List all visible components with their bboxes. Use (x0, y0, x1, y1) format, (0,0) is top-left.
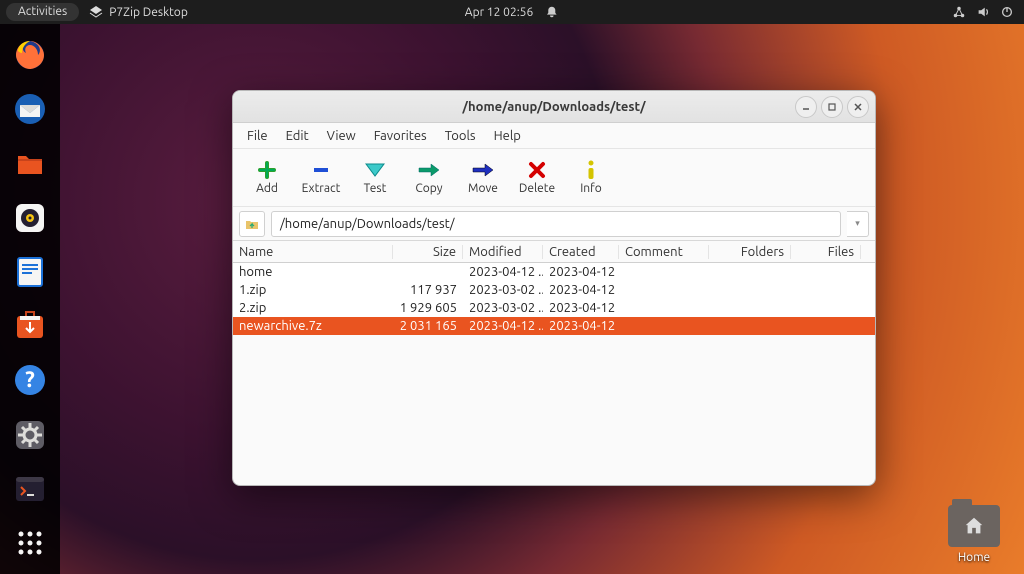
col-name[interactable]: Name (233, 245, 393, 259)
minus-icon (311, 164, 331, 176)
path-input[interactable]: /home/anup/Downloads/test/ (271, 211, 841, 237)
maximize-button[interactable] (821, 96, 843, 118)
menu-edit[interactable]: Edit (278, 126, 317, 146)
dock-software[interactable] (8, 305, 52, 347)
delete-icon (528, 161, 546, 179)
cell-created: 2023-04-12 ... (543, 283, 619, 297)
cell-name: 1.zip (233, 283, 393, 297)
cell-created: 2023-04-12 ... (543, 265, 619, 279)
file-list: home2023-04-12 ...2023-04-12 ...1.zip117… (233, 263, 875, 335)
file-row[interactable]: newarchive.7z2 031 1652023-04-12 ...2023… (233, 317, 875, 335)
cell-size: 1 929 605 (393, 301, 463, 315)
app-menu-label: P7Zip Desktop (109, 6, 188, 19)
dock-terminal[interactable] (8, 468, 52, 510)
menubar: File Edit View Favorites Tools Help (233, 123, 875, 149)
cell-name: 2.zip (233, 301, 393, 315)
menu-help[interactable]: Help (486, 126, 529, 146)
file-row[interactable]: 1.zip117 9372023-03-02 ...2023-04-12 ... (233, 281, 875, 299)
dock-settings[interactable] (8, 413, 52, 455)
dock-thunderbird[interactable] (8, 88, 52, 130)
desktop-home-folder[interactable]: Home (942, 505, 1006, 564)
desktop-home-label: Home (942, 551, 1006, 564)
menu-file[interactable]: File (239, 126, 276, 146)
col-size[interactable]: Size (393, 245, 463, 259)
col-folders[interactable]: Folders (709, 245, 791, 259)
clock[interactable]: Apr 12 02:56 (465, 6, 533, 19)
gnome-topbar: Activities P7Zip Desktop Apr 12 02:56 (0, 0, 1024, 24)
dock: ? (0, 24, 60, 574)
folder-up-icon (244, 216, 260, 232)
cell-size: 2 031 165 (393, 319, 463, 333)
window-title: /home/anup/Downloads/test/ (233, 100, 875, 114)
info-button[interactable]: Info (571, 160, 611, 195)
copy-button[interactable]: Copy (409, 160, 449, 195)
move-arrow-icon (471, 162, 495, 178)
delete-button[interactable]: Delete (517, 160, 557, 195)
add-button[interactable]: Add (247, 160, 287, 195)
power-icon[interactable] (1000, 5, 1014, 19)
test-button[interactable]: Test (355, 160, 395, 195)
file-row[interactable]: home 2023-04-12 ...2023-04-12 ... (233, 263, 875, 281)
app-menu[interactable]: P7Zip Desktop (89, 5, 188, 19)
extract-button[interactable]: Extract (301, 160, 341, 195)
check-icon (364, 162, 386, 178)
col-created[interactable]: Created (543, 245, 619, 259)
move-button[interactable]: Move (463, 160, 503, 195)
home-icon (963, 515, 985, 537)
menu-view[interactable]: View (319, 126, 364, 146)
cell-name: home (233, 265, 393, 279)
col-files[interactable]: Files (791, 245, 861, 259)
cell-modified: 2023-03-02 ... (463, 283, 543, 297)
dock-rhythmbox[interactable] (8, 197, 52, 239)
dock-files[interactable] (8, 142, 52, 184)
titlebar[interactable]: /home/anup/Downloads/test/ (233, 91, 875, 123)
menu-favorites[interactable]: Favorites (366, 126, 435, 146)
notification-icon[interactable] (545, 5, 559, 19)
menu-tools[interactable]: Tools (437, 126, 484, 146)
path-dropdown[interactable]: ▾ (847, 211, 869, 237)
file-row[interactable]: 2.zip1 929 6052023-03-02 ...2023-04-12 .… (233, 299, 875, 317)
col-comment[interactable]: Comment (619, 245, 709, 259)
cell-modified: 2023-04-12 ... (463, 319, 543, 333)
cell-created: 2023-04-12 ... (543, 301, 619, 315)
dock-writer[interactable] (8, 251, 52, 293)
toolbar: Add Extract Test Copy Move Delete Info (233, 149, 875, 207)
network-icon[interactable] (952, 5, 966, 19)
dock-show-apps[interactable] (8, 522, 52, 564)
dock-help[interactable]: ? (8, 359, 52, 401)
cell-created: 2023-04-12 ... (543, 319, 619, 333)
minimize-button[interactable] (795, 96, 817, 118)
p7zip-window: /home/anup/Downloads/test/ File Edit Vie… (232, 90, 876, 486)
cell-modified: 2023-04-12 ... (463, 265, 543, 279)
up-button[interactable] (239, 211, 265, 237)
dock-firefox[interactable] (8, 34, 52, 76)
app-icon (89, 5, 103, 19)
plus-icon (257, 160, 277, 180)
activities-button[interactable]: Activities (6, 3, 79, 21)
cell-name: newarchive.7z (233, 319, 393, 333)
cell-modified: 2023-03-02 ... (463, 301, 543, 315)
cell-size: 117 937 (393, 283, 463, 297)
info-icon (584, 160, 598, 180)
volume-icon[interactable] (976, 5, 990, 19)
col-modified[interactable]: Modified (463, 245, 543, 259)
column-headers: Name Size Modified Created Comment Folde… (233, 241, 875, 263)
svg-text:?: ? (25, 367, 35, 392)
copy-arrow-icon (417, 162, 441, 178)
close-button[interactable] (847, 96, 869, 118)
pathbar: /home/anup/Downloads/test/ ▾ (233, 207, 875, 241)
